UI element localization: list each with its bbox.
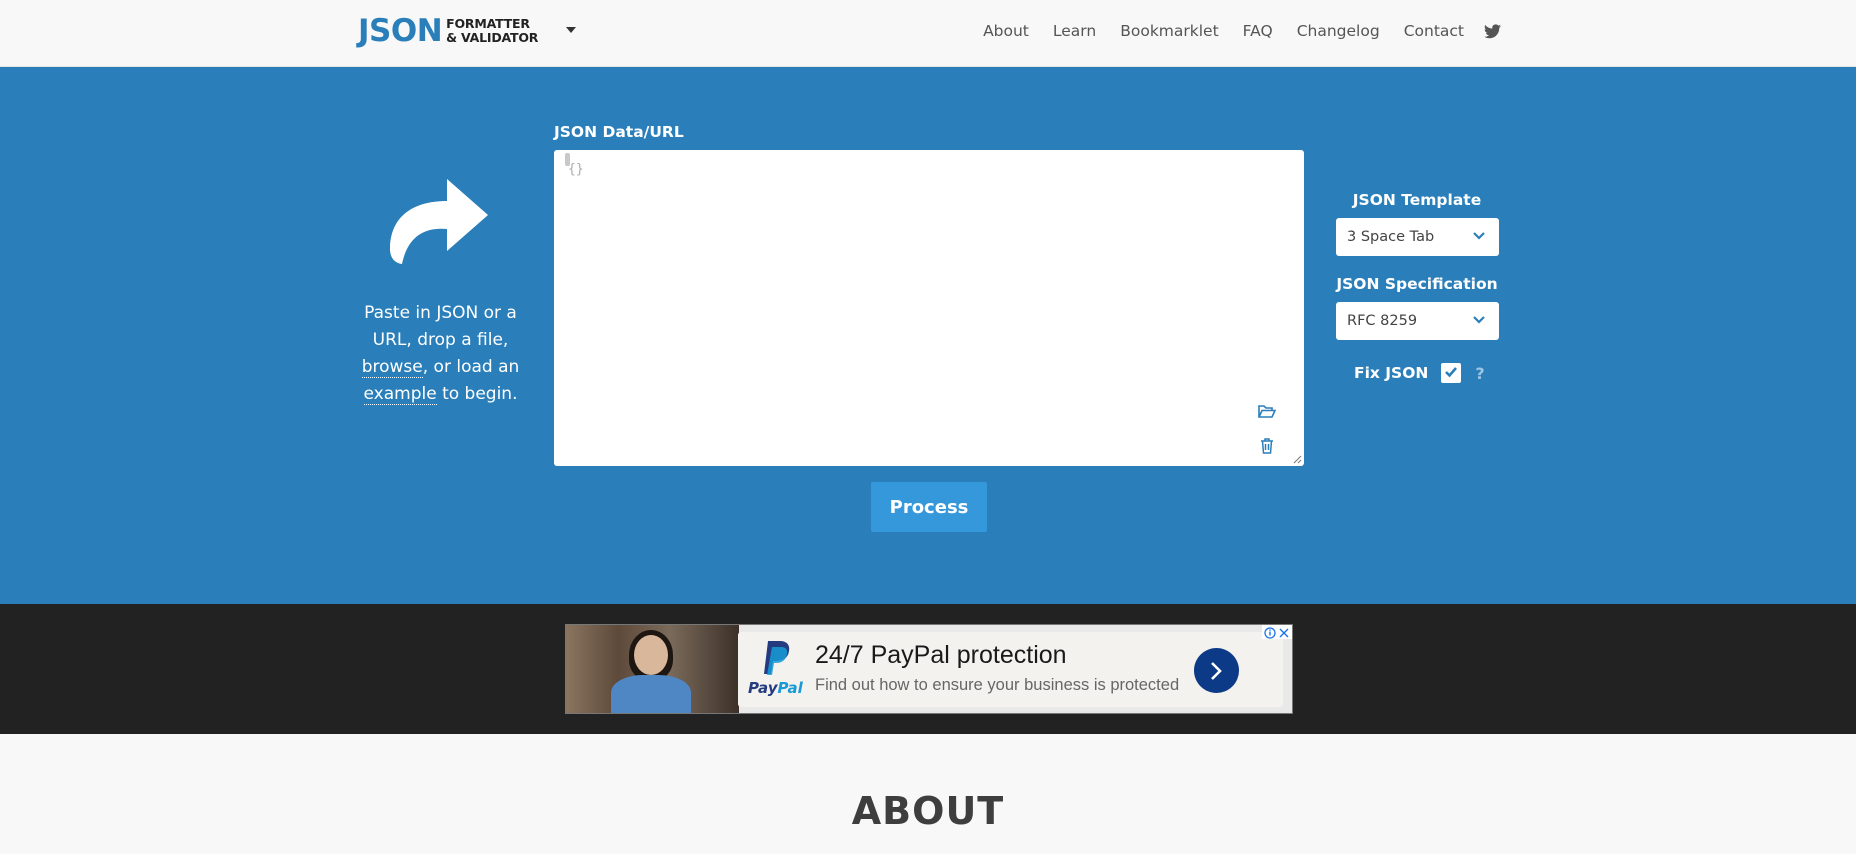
chevron-right-icon (1211, 662, 1222, 680)
redirect-arrow-icon (390, 179, 488, 264)
editor-placeholder: {} (568, 162, 584, 177)
twitter-icon[interactable] (1484, 23, 1501, 39)
ad-description: Find out how to ensure your business is … (815, 676, 1180, 694)
logo-subtitle: FORMATTER & VALIDATOR (446, 17, 538, 45)
json-template-select[interactable]: 3 Space Tab (1336, 218, 1499, 256)
fix-json-label: Fix JSON (1354, 364, 1429, 382)
about-heading: ABOUT (851, 789, 1005, 833)
paypal-wordmark: PayPal (748, 679, 803, 697)
json-data-label: JSON Data/URL (554, 123, 684, 141)
fix-json-checkbox[interactable] (1441, 363, 1462, 383)
paypal-logo: PayPal (746, 641, 808, 699)
json-specification-select[interactable]: RFC 8259 (1336, 302, 1499, 340)
instructions-text: Paste in JSON or a URL, drop a file, bro… (358, 300, 523, 408)
help-icon[interactable]: ? (1475, 364, 1484, 383)
nav-faq[interactable]: FAQ (1243, 20, 1273, 42)
json-specification-label: JSON Specification (1336, 275, 1498, 293)
paypal-ad[interactable]: PayPal 24/7 PayPal protection Find out h… (565, 624, 1293, 714)
nav-changelog[interactable]: Changelog (1297, 20, 1380, 42)
logo-json-text: JSON (358, 13, 443, 49)
folder-open-icon[interactable] (1258, 404, 1276, 419)
paypal-wordmark-pal: Pal (777, 679, 803, 697)
fix-json-option: Fix JSON ? (1354, 363, 1485, 383)
nav-about[interactable]: About (983, 20, 1029, 42)
process-button[interactable]: Process (871, 482, 987, 532)
json-template-value: 3 Space Tab (1347, 229, 1435, 245)
trash-icon[interactable] (1260, 438, 1274, 454)
hint-text-3: to begin. (436, 384, 518, 404)
site-logo[interactable]: JSON FORMATTER & VALIDATOR (358, 14, 538, 48)
nav-learn[interactable]: Learn (1053, 20, 1096, 42)
browse-link[interactable]: browse (361, 357, 423, 378)
logo-line-1: FORMATTER (446, 16, 530, 31)
json-template-label: JSON Template (1352, 191, 1482, 209)
chevron-down-icon (1473, 316, 1485, 324)
resize-handle[interactable] (1292, 454, 1302, 464)
example-link[interactable]: example (363, 384, 437, 405)
main-nav: About Learn Bookmarklet FAQ Changelog Co… (959, 20, 1501, 42)
chevron-down-icon (1473, 232, 1485, 240)
nav-contact[interactable]: Contact (1404, 20, 1464, 42)
paypal-wordmark-pay: Pay (748, 679, 778, 697)
paypal-mark-icon (764, 641, 790, 675)
nav-bookmarklet[interactable]: Bookmarklet (1120, 20, 1218, 42)
ad-go-button[interactable] (1194, 648, 1239, 693)
ad-photo (566, 625, 739, 713)
hint-text-2: , or load an (422, 357, 520, 377)
logo-line-2: & VALIDATOR (446, 30, 539, 45)
adchoices-icon[interactable] (1262, 625, 1292, 639)
json-input-editor[interactable]: {} (554, 150, 1304, 466)
ad-card: PayPal 24/7 PayPal protection Find out h… (738, 632, 1283, 707)
site-header: JSON FORMATTER & VALIDATOR About Learn B… (0, 0, 1856, 67)
ad-person-face (634, 635, 668, 675)
caret-down-icon[interactable] (566, 27, 576, 33)
ad-band: PayPal 24/7 PayPal protection Find out h… (0, 604, 1856, 734)
json-specification-value: RFC 8259 (1347, 313, 1418, 329)
hint-text-1: Paste in JSON or a URL, drop a file, (364, 303, 517, 350)
ad-person-body (611, 675, 691, 713)
ad-title: 24/7 PayPal protection (815, 641, 1067, 669)
formatter-panel: Paste in JSON or a URL, drop a file, bro… (0, 67, 1856, 604)
checkmark-icon (1445, 367, 1458, 378)
